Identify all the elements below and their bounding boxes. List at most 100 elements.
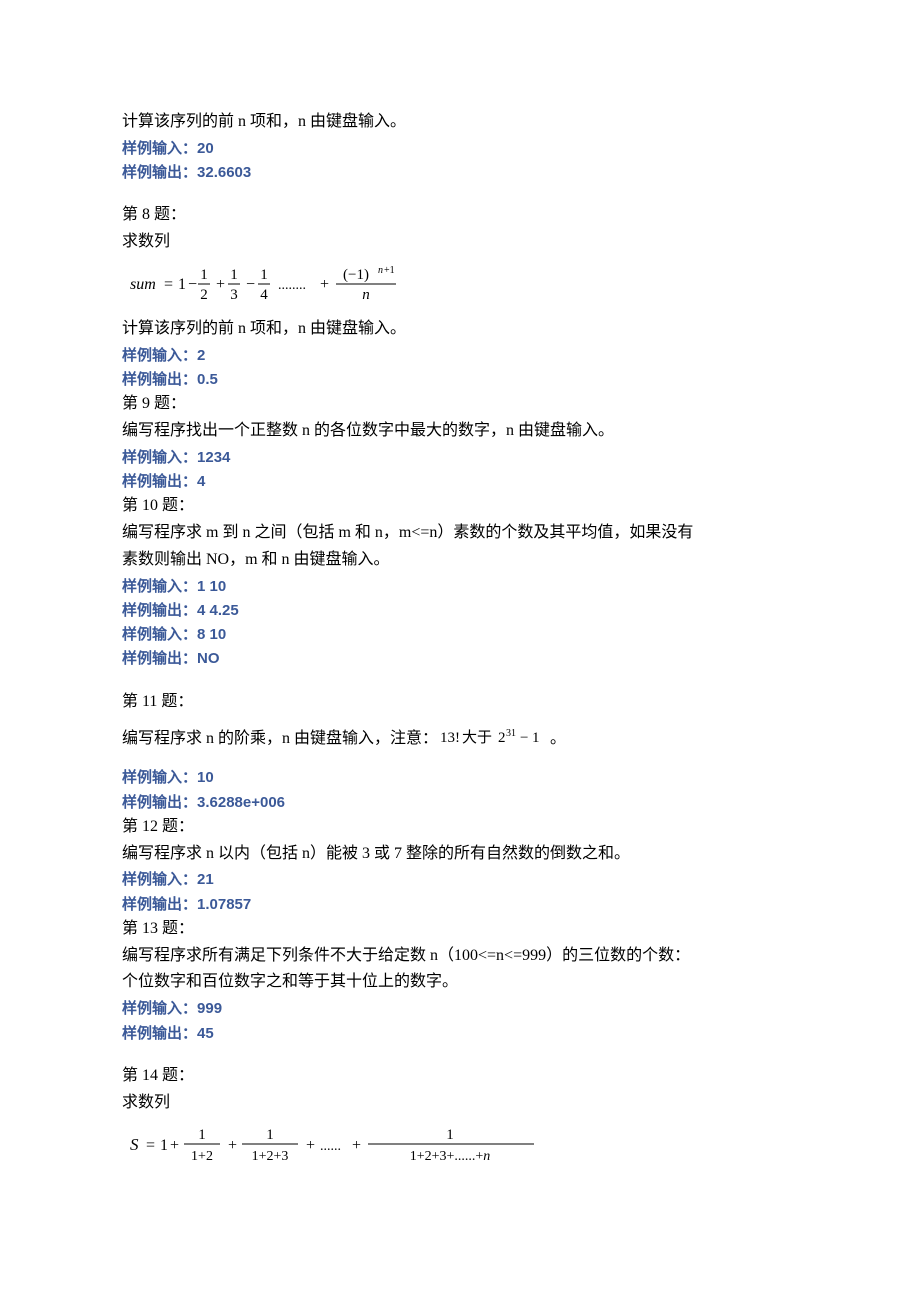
svg-text:1: 1 — [266, 1127, 274, 1143]
value: 21 — [197, 871, 214, 888]
label: 样例输出： — [122, 1025, 197, 1042]
q7-desc: 计算该序列的前 n 项和，n 由键盘输入。 — [122, 110, 798, 135]
value: 1234 — [197, 449, 230, 466]
value: 2 — [197, 347, 205, 364]
desc-after: 。 — [550, 731, 566, 748]
label: 样例输入： — [122, 871, 197, 888]
q13-title: 第 13 题： — [122, 917, 798, 942]
q9-title: 第 9 题： — [122, 392, 798, 417]
q8-subtitle: 求数列 — [122, 230, 798, 255]
svg-text:......: ...... — [320, 1139, 341, 1154]
svg-text:+: + — [228, 1137, 237, 1154]
label: 样例输入： — [122, 449, 197, 466]
q13-sample-input: 样例输入：999 — [122, 997, 798, 1020]
value: 20 — [197, 140, 214, 157]
label: 样例输入： — [122, 626, 197, 643]
q7-sample-input: 样例输入：20 — [122, 137, 798, 160]
q10-sample-input-2: 样例输入：8 10 — [122, 623, 798, 646]
label: 样例输出： — [122, 650, 197, 667]
value: 4 4.25 — [197, 602, 239, 619]
q14-subtitle: 求数列 — [122, 1091, 798, 1116]
label: 样例输入： — [122, 769, 197, 786]
svg-text:+1: +1 — [384, 265, 395, 276]
q10-sample-output-1: 样例输出：4 4.25 — [122, 599, 798, 622]
svg-text:1+2+3: 1+2+3 — [252, 1149, 289, 1164]
svg-text:sum: sum — [130, 276, 156, 293]
label: 样例输出： — [122, 473, 197, 490]
value: 1.07857 — [197, 896, 251, 913]
value: 10 — [197, 769, 214, 786]
value: 4 — [197, 473, 205, 490]
q8-sample-input: 样例输入：2 — [122, 344, 798, 367]
q8-desc: 计算该序列的前 n 项和，n 由键盘输入。 — [122, 317, 798, 342]
svg-text:=: = — [146, 1137, 155, 1154]
q11-desc: 编写程序求 n 的阶乘，n 由键盘输入，注意： 13! 大于 2 31 − 1 … — [122, 726, 798, 753]
label: 样例输出： — [122, 896, 197, 913]
q10-desc-line1: 编写程序求 m 到 n 之间（包括 m 和 n，m<=n）素数的个数及其平均值，… — [122, 521, 798, 546]
svg-text:1: 1 — [532, 730, 540, 746]
svg-text:+: + — [352, 1137, 361, 1154]
q9-desc: 编写程序找出一个正整数 n 的各位数字中最大的数字，n 由键盘输入。 — [122, 419, 798, 444]
label: 样例输入： — [122, 578, 197, 595]
svg-text:2: 2 — [498, 730, 506, 746]
svg-text:−: − — [188, 276, 197, 293]
svg-text:1: 1 — [446, 1127, 454, 1143]
value: 0.5 — [197, 371, 218, 388]
value: 45 — [197, 1025, 214, 1042]
svg-text:1: 1 — [200, 267, 208, 283]
svg-text:+: + — [170, 1137, 179, 1154]
q10-sample-input-1: 样例输入：1 10 — [122, 575, 798, 598]
svg-text:S: S — [130, 1135, 139, 1154]
q13-desc-line1: 编写程序求所有满足下列条件不大于给定数 n（100<=n<=999）的三位数的个… — [122, 944, 798, 969]
svg-text:n: n — [378, 265, 383, 276]
svg-text:2: 2 — [200, 287, 208, 303]
svg-text:........: ........ — [278, 278, 306, 293]
q12-title: 第 12 题： — [122, 815, 798, 840]
label: 样例输出： — [122, 371, 197, 388]
svg-text:=: = — [164, 276, 173, 293]
svg-text:n: n — [362, 287, 370, 303]
svg-text:3: 3 — [230, 287, 238, 303]
q8-title: 第 8 题： — [122, 203, 798, 228]
q14-formula: S = 1 + 1 1+2 + 1 1+2+3 + ...... + 1 1+2… — [130, 1123, 798, 1165]
svg-text:1+2+3+......+n: 1+2+3+......+n — [410, 1149, 491, 1164]
q12-sample-input: 样例输入：21 — [122, 868, 798, 891]
q10-sample-output-2: 样例输出：NO — [122, 647, 798, 670]
q13-sample-output: 样例输出：45 — [122, 1022, 798, 1045]
q12-desc: 编写程序求 n 以内（包括 n）能被 3 或 7 整除的所有自然数的倒数之和。 — [122, 842, 798, 867]
desc-pre: 编写程序求 n 的阶乘，n 由键盘输入，注意： — [122, 731, 438, 748]
q14-title: 第 14 题： — [122, 1064, 798, 1089]
q11-sample-input: 样例输入：10 — [122, 766, 798, 789]
value: 32.6603 — [197, 164, 251, 181]
svg-text:1: 1 — [160, 1137, 168, 1154]
q9-sample-input: 样例输入：1234 — [122, 446, 798, 469]
svg-text:大于: 大于 — [462, 729, 492, 746]
q8-formula: sum = 1 − 1 2 + 1 3 − 1 4 ........ + (−1… — [130, 263, 798, 305]
document-page: 计算该序列的前 n 项和，n 由键盘输入。 样例输入：20 样例输出：32.66… — [0, 0, 920, 1302]
value: 999 — [197, 1000, 222, 1017]
label: 样例输入： — [122, 140, 197, 157]
svg-text:13!: 13! — [440, 730, 460, 746]
svg-text:1: 1 — [230, 267, 238, 283]
q11-sample-output: 样例输出：3.6288e+006 — [122, 791, 798, 814]
label: 样例输出： — [122, 794, 197, 811]
q11-title: 第 11 题： — [122, 690, 798, 715]
svg-text:1: 1 — [178, 276, 186, 293]
value: 8 10 — [197, 626, 226, 643]
label: 样例输入： — [122, 347, 197, 364]
value: 1 10 — [197, 578, 226, 595]
svg-text:+: + — [216, 276, 225, 293]
svg-text:+: + — [320, 276, 329, 293]
label: 样例输入： — [122, 1000, 197, 1017]
svg-text:−: − — [520, 730, 528, 746]
svg-text:4: 4 — [260, 287, 268, 303]
q10-title: 第 10 题： — [122, 494, 798, 519]
svg-text:−: − — [246, 276, 255, 293]
q10-desc-line2: 素数则输出 NO，m 和 n 由键盘输入。 — [122, 548, 798, 573]
svg-text:1: 1 — [198, 1127, 206, 1143]
label: 样例输出： — [122, 602, 197, 619]
svg-text:1: 1 — [260, 267, 268, 283]
q12-sample-output: 样例输出：1.07857 — [122, 893, 798, 916]
q7-sample-output: 样例输出：32.6603 — [122, 161, 798, 184]
svg-text:+: + — [306, 1137, 315, 1154]
